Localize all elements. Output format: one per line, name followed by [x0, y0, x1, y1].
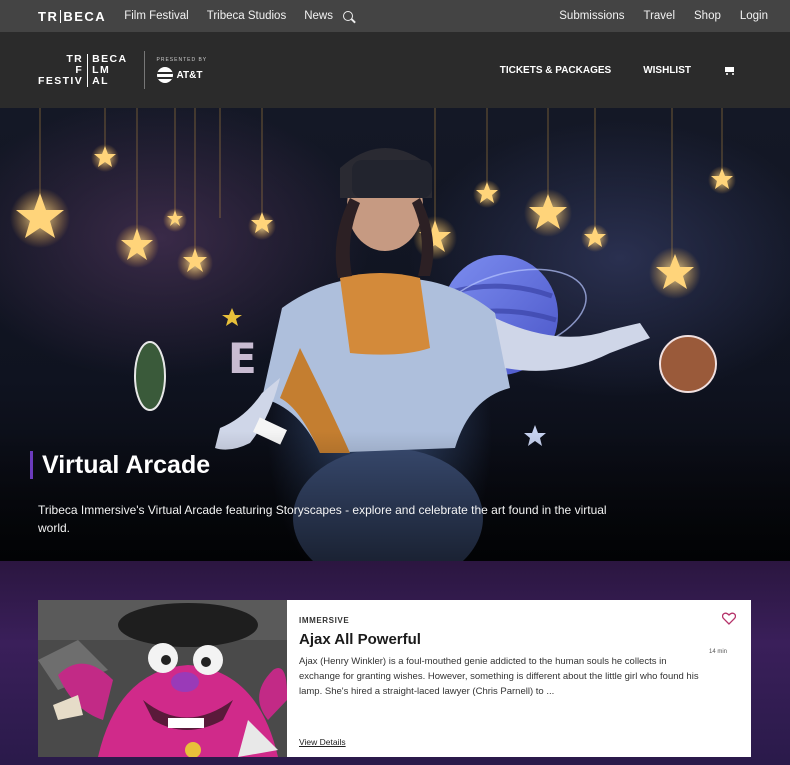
festival-header: TR F FESTIV BECA LM AL PRESENTED BY AT&T…: [0, 32, 790, 108]
nav-news[interactable]: News: [304, 10, 333, 22]
logo-word: TR: [66, 52, 84, 65]
top-nav: Film Festival Tribeca Studios News: [124, 10, 353, 22]
event-runtime: 14 min: [708, 649, 727, 655]
event-card[interactable]: IMMERSIVE Ajax All Powerful 14 min Ajax …: [38, 600, 751, 757]
event-category: IMMERSIVE: [299, 616, 350, 625]
sponsor-block: PRESENTED BY AT&T: [143, 51, 208, 89]
featured-section: IMMERSIVE Ajax All Powerful 14 min Ajax …: [0, 561, 790, 765]
logo-text-right: BECA: [63, 8, 107, 24]
hero-banner[interactable]: E Virtual Arcade Tribeca Immersive's Vir…: [0, 108, 790, 561]
wishlist-link[interactable]: WISHLIST: [643, 65, 691, 76]
planet-green: [134, 341, 166, 411]
logo-word: FESTIV: [38, 74, 84, 87]
festival-nav: TICKETS & PACKAGES WISHLIST: [500, 65, 735, 76]
sponsor-kicker: PRESENTED BY: [156, 57, 208, 63]
nav-travel[interactable]: Travel: [643, 10, 675, 22]
logo-column-left: TR F FESTIV: [38, 52, 84, 87]
heart-icon[interactable]: [722, 612, 736, 625]
hero-description: Tribeca Immersive's Virtual Arcade featu…: [38, 503, 607, 535]
planet-brown: [659, 335, 717, 393]
cart-icon[interactable]: [723, 65, 735, 76]
tribeca-festival-logo[interactable]: TR F FESTIV BECA LM AL: [38, 52, 128, 87]
logo-word: AL: [92, 74, 109, 87]
background-lettering: E: [228, 334, 257, 383]
nav-tribeca-studios[interactable]: Tribeca Studios: [207, 10, 286, 22]
view-details-link[interactable]: View Details: [299, 737, 346, 747]
logo-word: F: [75, 63, 84, 76]
top-utility-bar: TR BECA Film Festival Tribeca Studios Ne…: [0, 0, 790, 32]
hero-title[interactable]: Virtual Arcade: [30, 451, 210, 479]
logo-divider: [60, 9, 62, 23]
tribeca-logo[interactable]: TR BECA: [38, 9, 106, 24]
utility-nav: Submissions Travel Shop Login: [559, 10, 768, 22]
event-card-body: IMMERSIVE Ajax All Powerful 14 min Ajax …: [287, 600, 751, 757]
search-icon[interactable]: [342, 11, 353, 21]
sponsor-name: AT&T: [176, 69, 203, 81]
att-globe-icon: [156, 67, 173, 83]
logo-word: BECA: [92, 52, 128, 65]
att-logo: AT&T: [156, 67, 208, 83]
tickets-packages-link[interactable]: TICKETS & PACKAGES: [500, 65, 612, 76]
event-title[interactable]: Ajax All Powerful: [299, 631, 739, 648]
logo-column-right: BECA LM AL: [92, 52, 128, 87]
nav-film-festival[interactable]: Film Festival: [124, 10, 189, 22]
logo-word: LM: [92, 63, 111, 76]
nav-submissions[interactable]: Submissions: [559, 10, 624, 22]
genie-image: [38, 600, 287, 757]
nav-login[interactable]: Login: [740, 10, 768, 22]
logo-divider: [87, 53, 89, 87]
logo-text-left: TR: [38, 8, 59, 24]
event-description: Ajax (Henry Winkler) is a foul-mouthed g…: [299, 656, 699, 697]
event-thumbnail[interactable]: [38, 600, 287, 757]
nav-shop[interactable]: Shop: [694, 10, 721, 22]
